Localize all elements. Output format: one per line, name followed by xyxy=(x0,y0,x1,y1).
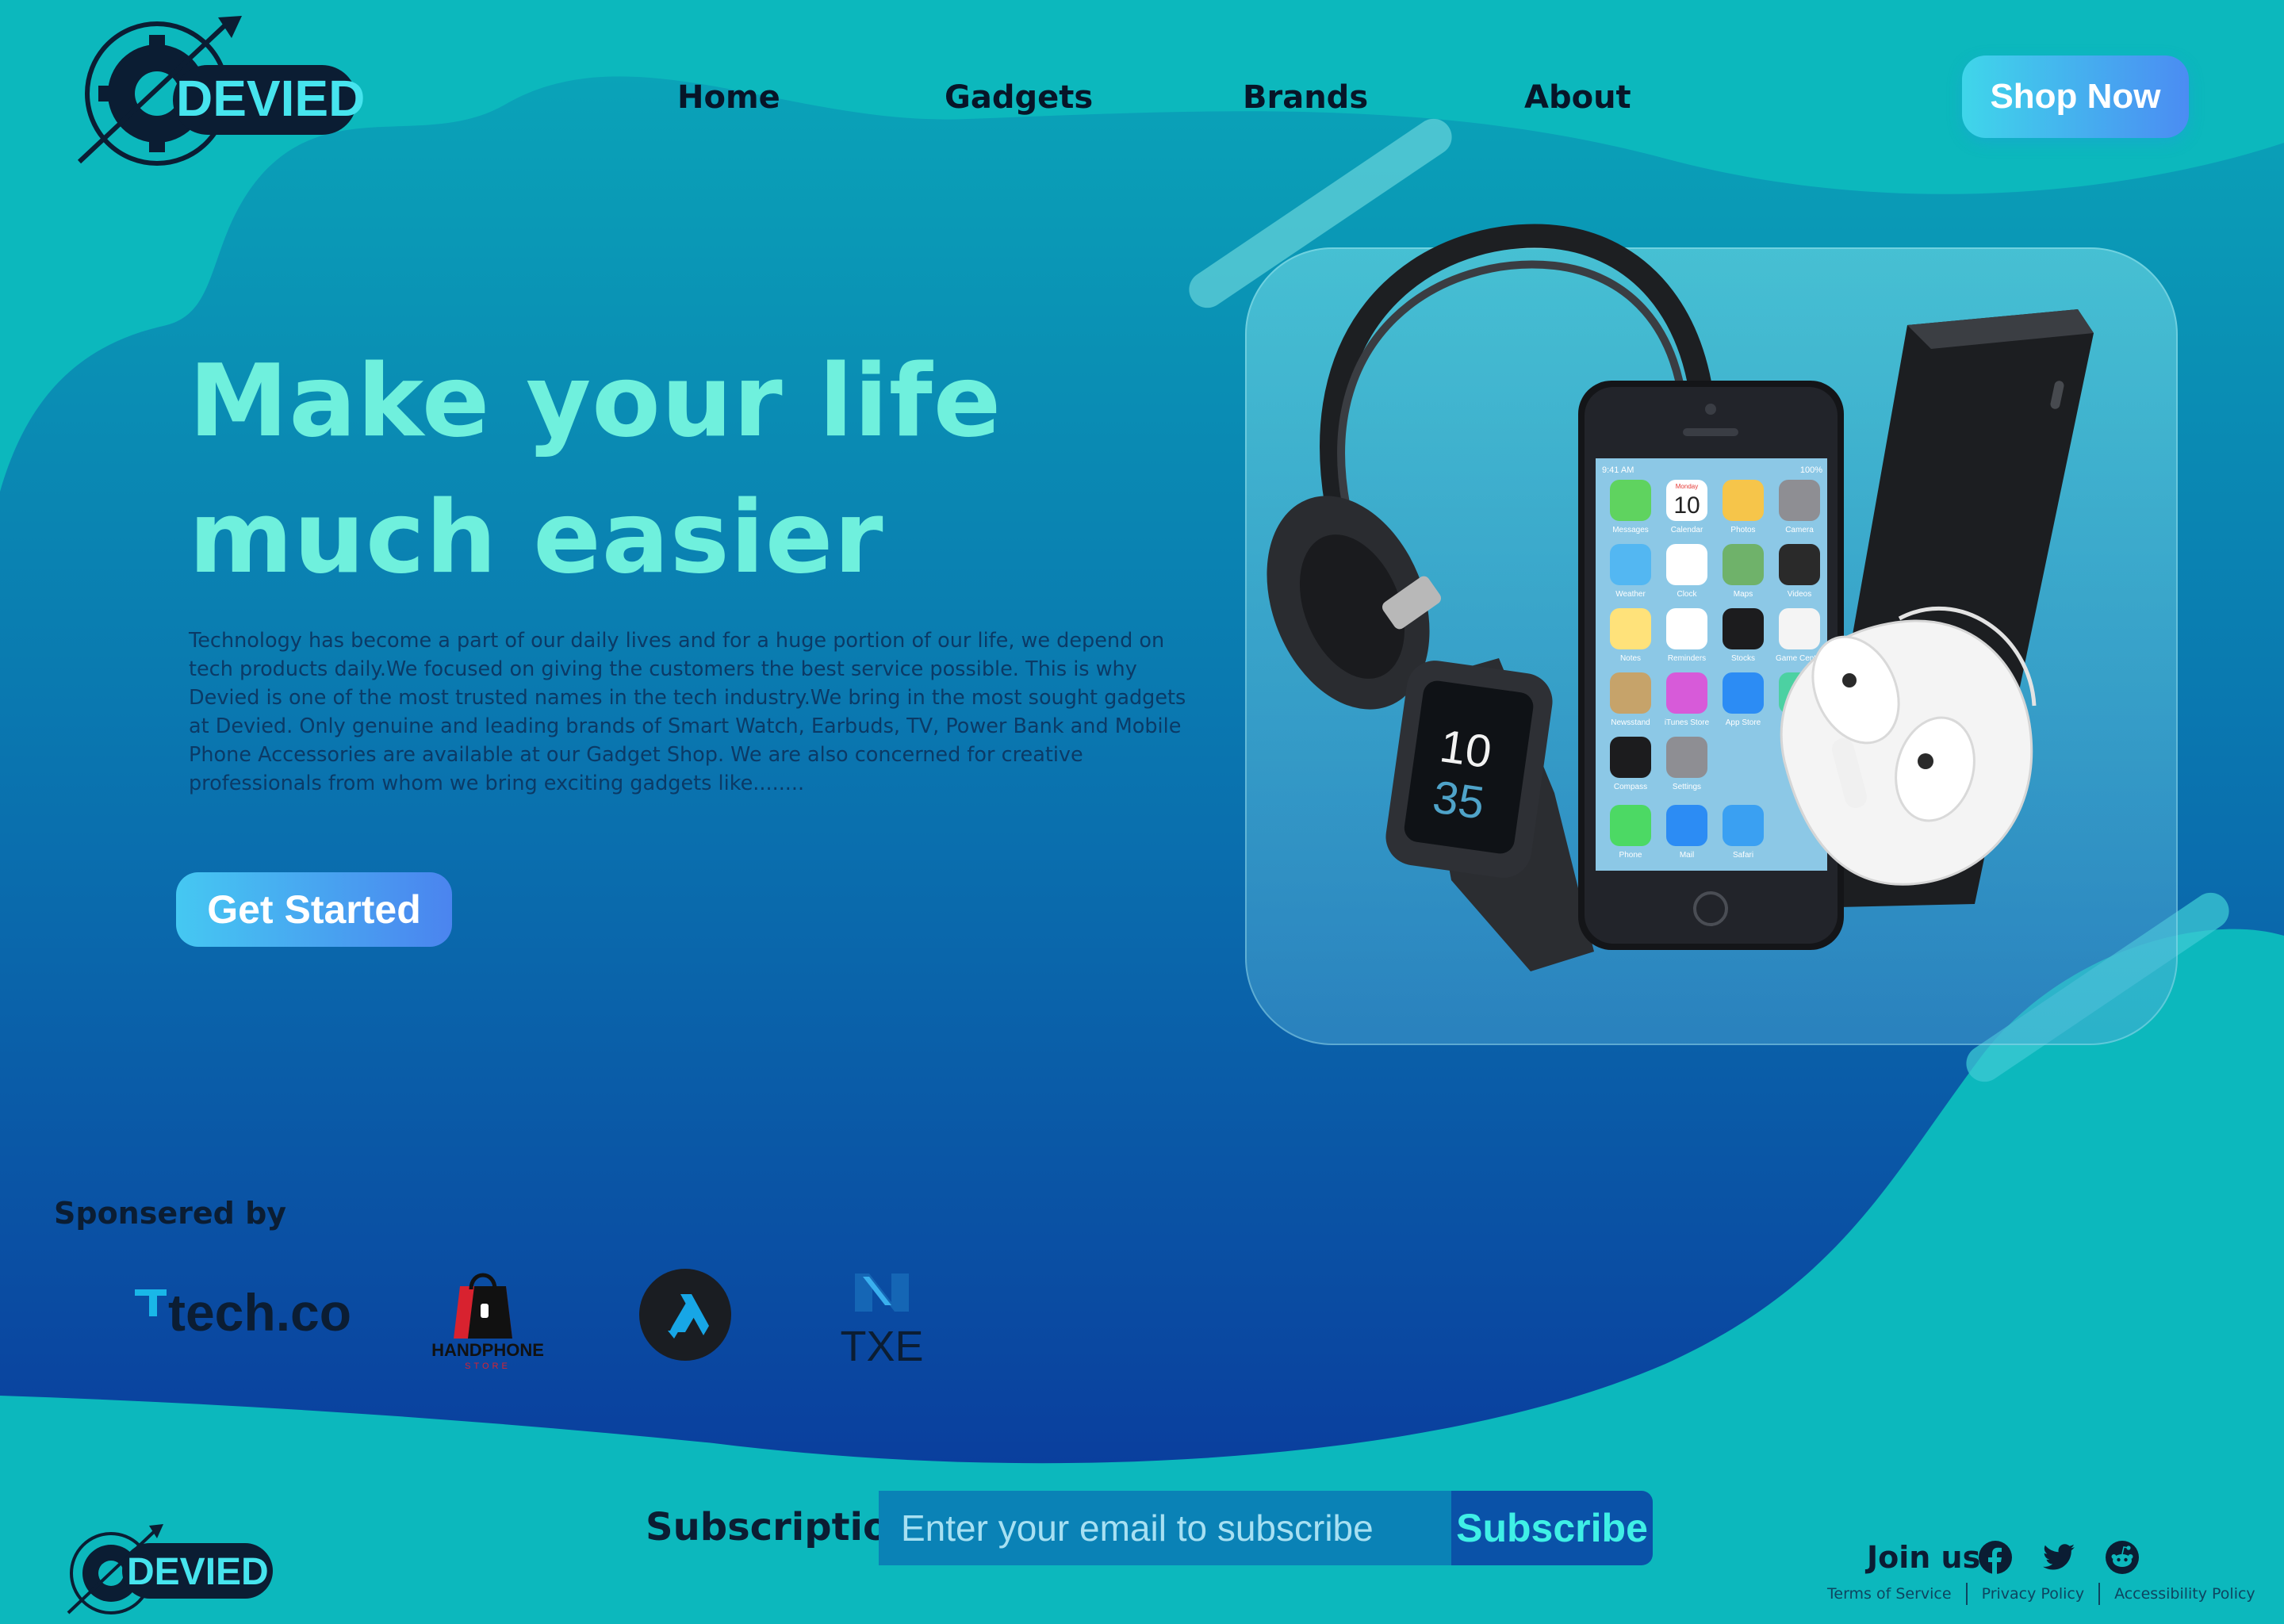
nav-gadgets[interactable]: Gadgets xyxy=(945,79,1093,116)
dock-app-label: Phone xyxy=(1619,851,1642,860)
calendar-day: Monday xyxy=(1676,483,1698,490)
subscription-label: Subscription xyxy=(646,1505,917,1549)
svg-text:STORE: STORE xyxy=(465,1362,511,1371)
svg-text:100%: 100% xyxy=(1800,465,1822,475)
dock-app-label: Mail xyxy=(1680,851,1694,860)
app-icon xyxy=(1723,544,1764,585)
svg-text:10: 10 xyxy=(1437,720,1495,778)
app-icon xyxy=(1666,608,1707,649)
hero-title-line-2: much easier xyxy=(189,479,884,596)
dock-app-icon xyxy=(1666,805,1707,846)
app-icon xyxy=(1779,480,1820,521)
app-label: Maps xyxy=(1734,590,1753,599)
privacy-policy-link[interactable]: Privacy Policy xyxy=(1968,1585,2098,1603)
calendar-date: 10 xyxy=(1673,492,1700,519)
sponsor-logo-techco[interactable]: tech.co xyxy=(132,1278,370,1345)
sponsors-label: Sponsered by xyxy=(54,1196,287,1231)
app-label: Videos xyxy=(1788,590,1811,599)
svg-text:DEVIED: DEVIED xyxy=(127,1551,269,1593)
svg-text:35: 35 xyxy=(1430,771,1488,829)
hero-title-line-1: Make your life xyxy=(189,343,1002,459)
app-icon xyxy=(1779,608,1820,649)
app-icon xyxy=(1723,608,1764,649)
app-icon xyxy=(1723,480,1764,521)
app-icon xyxy=(1666,544,1707,585)
app-label: Clock xyxy=(1677,590,1697,599)
email-subscribe-input[interactable] xyxy=(879,1491,1453,1565)
dock-app-label: Safari xyxy=(1733,851,1753,860)
app-icon xyxy=(1666,672,1707,714)
terms-of-service-link[interactable]: Terms of Service xyxy=(1813,1585,1966,1603)
dock-app-icon xyxy=(1610,805,1651,846)
app-label: App Store xyxy=(1726,718,1761,727)
app-icon xyxy=(1610,480,1651,521)
app-label: Messages xyxy=(1612,526,1649,534)
facebook-icon[interactable] xyxy=(1978,1540,2013,1575)
product-showcase: 10 35 9:41 AM 100% Messages Calendar Photo… xyxy=(1267,224,2094,971)
svg-text:9:41 AM: 9:41 AM xyxy=(1602,465,1634,475)
app-label: Photos xyxy=(1730,526,1755,534)
app-label: Settings xyxy=(1673,783,1701,791)
app-icon xyxy=(1610,608,1651,649)
dock-app-icon xyxy=(1723,805,1764,846)
app-icon xyxy=(1610,737,1651,778)
get-started-button[interactable]: Get Started xyxy=(176,872,452,947)
sponsor-logo-artstation[interactable] xyxy=(639,1269,731,1364)
app-label: Stocks xyxy=(1731,654,1755,663)
svg-text:DEVIED: DEVIED xyxy=(176,70,365,127)
join-us-label: Join us xyxy=(1867,1540,1981,1575)
app-icon xyxy=(1779,544,1820,585)
app-icon xyxy=(1666,737,1707,778)
sponsor-logo-txe[interactable]: TXE xyxy=(834,1266,929,1372)
app-label: Newsstand xyxy=(1611,718,1650,727)
app-icon xyxy=(1610,544,1651,585)
app-label: Notes xyxy=(1620,654,1641,663)
app-label: iTunes Store xyxy=(1665,718,1710,727)
twitter-icon[interactable] xyxy=(2041,1540,2076,1575)
app-label: Camera xyxy=(1785,526,1814,534)
sponsor-logo-handphone-store[interactable]: HANDPHONE STORE xyxy=(428,1262,547,1377)
app-label: Reminders xyxy=(1668,654,1706,663)
svg-text:TXE: TXE xyxy=(840,1323,923,1369)
app-label: Calendar xyxy=(1671,526,1703,534)
hero-title: Make your life much easier xyxy=(189,333,1002,606)
accessibility-policy-link[interactable]: Accessibility Policy xyxy=(2100,1585,2270,1603)
shop-now-button[interactable]: Shop Now xyxy=(1962,56,2189,138)
svg-text:HANDPHONE: HANDPHONE xyxy=(431,1340,544,1360)
footer-brand-logo[interactable]: DEVIED xyxy=(62,1522,276,1616)
nav-brands[interactable]: Brands xyxy=(1243,79,1368,116)
app-icon xyxy=(1723,672,1764,714)
nav-home[interactable]: Home xyxy=(677,79,780,116)
nav-about[interactable]: About xyxy=(1524,79,1631,116)
app-label: Compass xyxy=(1614,783,1647,791)
reddit-icon[interactable] xyxy=(2105,1540,2140,1575)
smartphone-icon: 9:41 AM 100% Messages Calendar Photos Camer… xyxy=(1578,381,1844,950)
app-label: Weather xyxy=(1615,590,1646,599)
app-icon xyxy=(1610,672,1651,714)
brand-logo[interactable]: DEVIED xyxy=(63,14,365,173)
hero-description: Technology has become a part of our dail… xyxy=(189,629,1186,795)
subscribe-button[interactable]: Subscribe xyxy=(1451,1491,1653,1565)
svg-text:tech.co: tech.co xyxy=(168,1283,351,1342)
smartwatch-icon: 10 35 xyxy=(1385,658,1594,971)
footer-policy-links: Terms of Service Privacy Policy Accessib… xyxy=(1813,1583,2270,1605)
